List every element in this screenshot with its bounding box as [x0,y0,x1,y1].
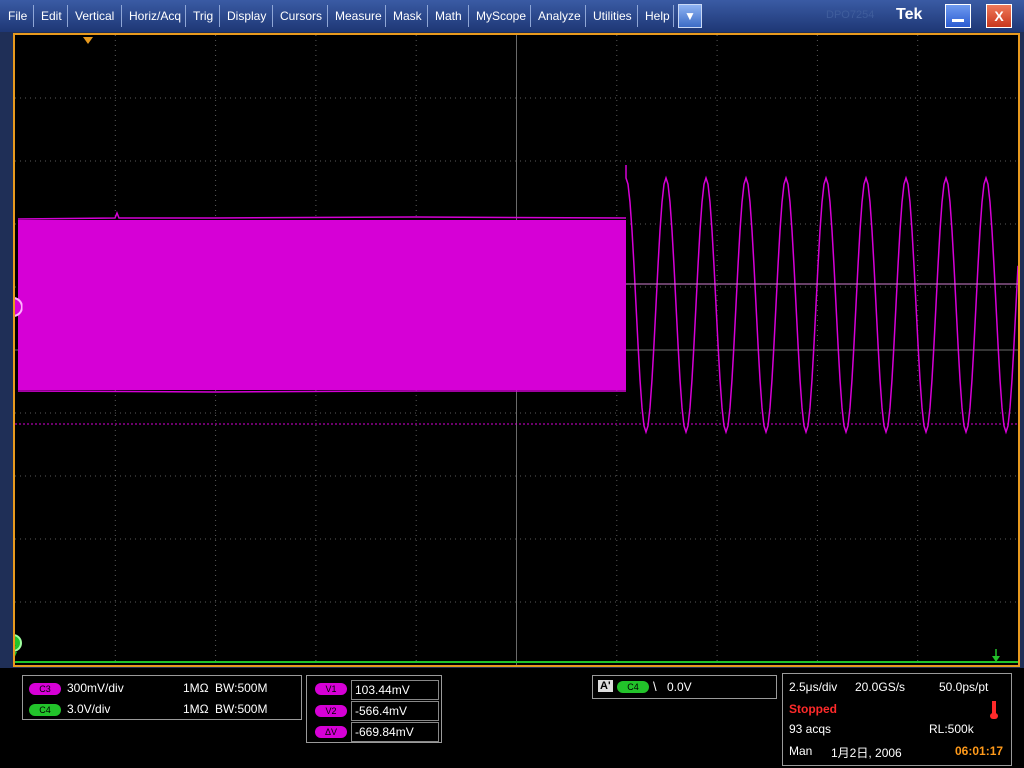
timebase: 2.5μs/div [789,680,838,694]
ch3-waveform-sine [625,165,1018,435]
graticule: 3 4 [15,35,1018,665]
menu-separator [219,5,220,27]
minimize-button[interactable] [945,4,971,28]
ch3-waveform-band [18,220,626,390]
menu-separator [33,5,34,27]
ch4-ground-marker[interactable] [15,634,22,652]
menu-file[interactable]: File [8,0,27,32]
ch4-coupling: 1MΩ [183,702,209,716]
ch3-badge[interactable]: C3 [29,683,61,695]
menu-separator [185,5,186,27]
trigger-level: 0.0V [667,680,692,694]
ch3-waveform-top-edge [17,210,627,220]
cursor-v2-value: -566.4mV [351,701,439,721]
readout-area: C3 300mV/div 1MΩ BW:500M C4 3.0V/div 1MΩ… [0,668,1024,768]
menu-mask[interactable]: Mask [393,0,422,32]
ch3-coupling: 1MΩ [183,681,209,695]
resolution: 50.0ps/pt [939,680,989,694]
trigger-source-badge: C4 [617,681,649,693]
ch4-ground-arrow [15,652,17,657]
ch4-badge[interactable]: C4 [29,704,61,716]
trigger-position-marker[interactable] [83,37,93,44]
menu-myscope[interactable]: MyScope [476,0,526,32]
minimize-icon [952,19,964,22]
run-stop-indicator-dot [990,713,998,719]
menu-separator [272,5,273,27]
menu-separator [637,5,638,27]
menu-separator [427,5,428,27]
menu-analyze[interactable]: Analyze [538,0,581,32]
menu-separator [67,5,68,27]
ch3-bandwidth: BW:500M [215,681,268,695]
ch3-scale: 300mV/div [67,681,124,695]
sample-rate: 20.0GS/s [855,680,906,694]
menu-separator [585,5,586,27]
menu-separator [385,5,386,27]
menu-vertical[interactable]: Vertical [75,0,114,32]
record-length: RL:500k [929,722,974,736]
menu-bar: File Edit Vertical Horiz/Acq Trig Display Curs… [0,0,1024,32]
menu-separator [673,5,674,27]
cursor-v1-value: 103.44mV [351,680,439,700]
menu-separator [530,5,531,27]
menu-measure[interactable]: Measure [335,0,382,32]
close-button[interactable]: X [986,4,1012,28]
menu-trig[interactable]: Trig [193,0,213,32]
menu-display[interactable]: Display [227,0,266,32]
menu-utilities[interactable]: Utilities [593,0,632,32]
menu-horiz-acq[interactable]: Horiz/Acq [129,0,181,32]
menu-help[interactable]: Help [645,0,670,32]
ch3-waveform-bottom-edge [17,390,626,393]
trigger-mode-badge: A' [598,680,613,692]
cursor-readout-panel[interactable]: V1 103.44mV V2 -566.4mV ΔV -669.84mV [306,675,442,743]
menu-separator [121,5,122,27]
acquisition-panel[interactable]: 2.5μs/div 20.0GS/s 50.0ps/pt Stopped 93 … [782,673,1012,766]
acq-count: 93 acqs [789,722,832,736]
acq-status: Stopped [789,702,837,716]
cursor-v1-badge: V1 [315,683,347,695]
model-label: DPO7254 [826,9,875,21]
channel-settings-panel[interactable]: C3 300mV/div 1MΩ BW:500M C4 3.0V/div 1MΩ… [22,675,302,720]
tek-logo: Tek [896,6,923,23]
menu-math[interactable]: Math [435,0,462,32]
time: 06:01:17 [955,744,1004,758]
menu-edit[interactable]: Edit [41,0,62,32]
acq-mode: Man [789,744,813,758]
waveform-display[interactable]: 3 4 [13,33,1020,667]
menu-separator [468,5,469,27]
cursor-delta-value: -669.84mV [351,722,439,742]
menu-dropdown-button[interactable]: ▼ [678,4,702,28]
trigger-panel[interactable]: A' C4 \ 0.0V [592,675,777,699]
ch4-scale: 3.0V/div [67,702,111,716]
cursor-delta-badge: ΔV [315,726,347,738]
ch4-bandwidth: BW:500M [215,702,268,716]
menu-separator [327,5,328,27]
date: 1月2日, 2006 [831,746,902,760]
cursor-v2-badge: V2 [315,705,347,717]
menu-cursors[interactable]: Cursors [280,0,322,32]
trigger-slope-icon: \ [653,679,657,694]
